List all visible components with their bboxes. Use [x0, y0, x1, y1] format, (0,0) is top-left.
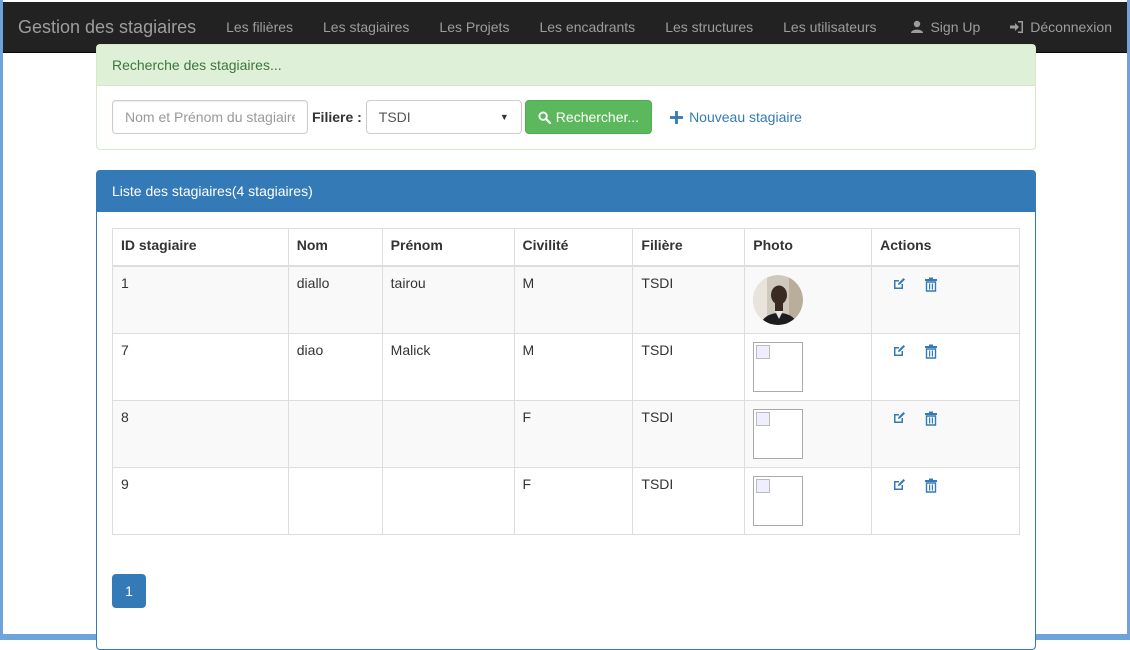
nav-sign-up[interactable]: Sign Up — [895, 19, 995, 35]
cell-prenom: Malick — [381, 332, 515, 401]
log-in-icon — [1010, 21, 1024, 33]
cell-civilite: M — [513, 332, 634, 401]
cell-actions — [871, 265, 1020, 334]
cell-prenom: tairou — [381, 265, 515, 334]
edit-icon[interactable] — [892, 277, 906, 291]
window-frame-left — [0, 0, 3, 640]
navbar-brand[interactable]: Gestion des stagiaires — [3, 17, 211, 38]
table-header-row: ID stagiaire Nom Prénom Civilité Filière… — [112, 228, 1020, 267]
cell-civilite: F — [513, 399, 634, 468]
search-form: Filiere : TSDI ▼ Rechercher... Nouveau s… — [112, 100, 802, 134]
column-header-photo: Photo — [744, 228, 873, 267]
filiere-label: Filiere : — [312, 109, 362, 125]
nav-link-encadrants[interactable]: Les encadrants — [524, 19, 650, 35]
new-stagiaire-link[interactable]: Nouveau stagiaire — [670, 109, 802, 125]
list-panel: Liste des stagiaires(4 stagiaires) ID st… — [96, 170, 1036, 650]
table-row: 8 F TSDI — [112, 399, 1020, 468]
broken-image-icon — [753, 341, 804, 392]
cell-id: 7 — [112, 332, 289, 401]
cell-photo — [744, 466, 873, 535]
cell-photo — [744, 332, 873, 401]
cell-filiere: TSDI — [632, 332, 746, 401]
filiere-selected-value: TSDI — [378, 109, 411, 125]
trash-icon[interactable] — [924, 277, 938, 292]
search-button[interactable]: Rechercher... — [524, 100, 653, 134]
dropdown-arrow-icon: ▼ — [499, 112, 509, 122]
row-actions — [880, 476, 1011, 493]
cell-id: 9 — [112, 466, 289, 535]
column-header-id: ID stagiaire — [112, 228, 289, 267]
column-header-prenom: Prénom — [381, 228, 515, 267]
search-panel-heading: Recherche des stagiaires... — [97, 45, 1035, 86]
nav-link-stagiaires[interactable]: Les stagiaires — [308, 19, 424, 35]
cell-nom — [287, 466, 383, 535]
table-row: 9 F TSDI — [112, 466, 1020, 535]
broken-image-icon — [753, 408, 804, 459]
column-header-civilite: Civilité — [513, 228, 634, 267]
edit-icon[interactable] — [892, 478, 906, 492]
stagiaire-photo-avatar — [753, 274, 804, 325]
column-header-nom: Nom — [287, 228, 383, 267]
cell-nom: diao — [287, 332, 383, 401]
logout-label: Déconnexion — [1030, 19, 1112, 35]
nav-link-filieres[interactable]: Les filières — [211, 19, 308, 35]
search-panel: Recherche des stagiaires... Filiere : TS… — [96, 44, 1036, 150]
table-row: 7 diao Malick M TSDI — [112, 332, 1020, 401]
cell-id: 1 — [112, 265, 289, 334]
search-icon — [538, 110, 551, 124]
cell-filiere: TSDI — [632, 399, 746, 468]
nav-link-structures[interactable]: Les structures — [650, 19, 768, 35]
nav-logout[interactable]: Déconnexion — [995, 19, 1127, 35]
filiere-select[interactable]: TSDI ▼ — [365, 100, 522, 134]
edit-icon[interactable] — [892, 344, 906, 358]
list-panel-heading: Liste des stagiaires(4 stagiaires) — [97, 171, 1035, 212]
cell-prenom — [381, 399, 515, 468]
new-stagiaire-label: Nouveau stagiaire — [689, 109, 802, 125]
row-actions — [880, 409, 1011, 426]
column-header-filiere: Filière — [632, 228, 746, 267]
user-icon — [911, 20, 924, 33]
cell-filiere: TSDI — [632, 265, 746, 334]
row-actions — [880, 275, 1011, 292]
cell-filiere: TSDI — [632, 466, 746, 535]
plus-icon — [670, 110, 684, 124]
cell-photo — [744, 265, 873, 334]
nav-link-utilisateurs[interactable]: Les utilisateurs — [768, 19, 891, 35]
sign-up-label: Sign Up — [930, 19, 981, 35]
cell-photo — [744, 399, 873, 468]
table-row: 1 diallo tairou M TSDI — [112, 265, 1020, 334]
cell-prenom — [381, 466, 515, 535]
cell-actions — [871, 332, 1020, 401]
cell-civilite: M — [513, 265, 634, 334]
row-actions — [880, 342, 1011, 359]
nav-link-projets[interactable]: Les Projets — [424, 19, 524, 35]
cell-nom: diallo — [287, 265, 383, 334]
trash-icon[interactable] — [924, 344, 938, 359]
cell-nom — [287, 399, 383, 468]
edit-icon[interactable] — [892, 411, 906, 425]
broken-image-icon — [753, 475, 804, 526]
search-input[interactable] — [112, 100, 308, 134]
stagiaires-table: ID stagiaire Nom Prénom Civilité Filière… — [112, 228, 1020, 535]
trash-icon[interactable] — [924, 411, 938, 426]
cell-actions — [871, 466, 1020, 535]
column-header-actions: Actions — [871, 228, 1020, 267]
cell-id: 8 — [112, 399, 289, 468]
pagination-page-1[interactable]: 1 — [112, 574, 146, 608]
search-button-label: Rechercher... — [555, 109, 640, 125]
cell-actions — [871, 399, 1020, 468]
trash-icon[interactable] — [924, 478, 938, 493]
cell-civilite: F — [513, 466, 634, 535]
